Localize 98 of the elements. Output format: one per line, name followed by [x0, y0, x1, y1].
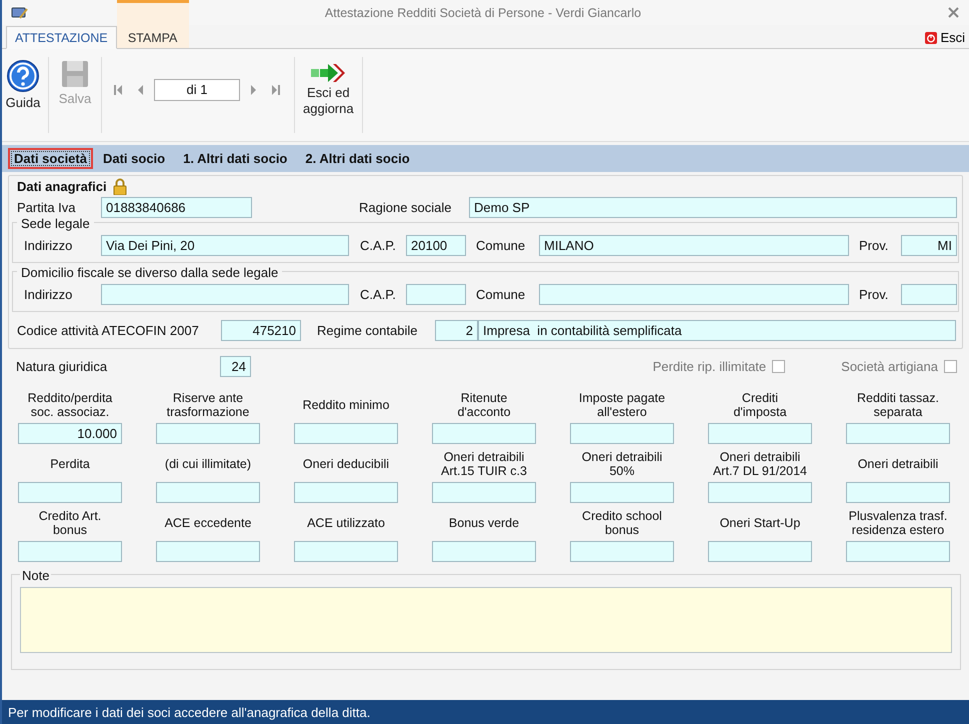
field-label: Prov.	[859, 287, 890, 302]
input-field[interactable]	[570, 541, 674, 562]
input-field[interactable]	[432, 541, 536, 562]
field-label: Plusvalenza trasf. residenza estero	[848, 509, 948, 537]
input-field[interactable]: Demo SP	[469, 197, 957, 218]
input-field[interactable]: 01883840686	[101, 197, 252, 218]
ribbon-tab[interactable]: STAMPA	[116, 0, 189, 48]
field-label: Codice attività ATECOFIN 2007	[17, 323, 200, 338]
section-tab[interactable]: 1. Altri dati socio	[175, 148, 296, 169]
checkbox-label: Perdite rip. illimitate	[652, 359, 766, 374]
field-label: Oneri deducibili	[302, 456, 390, 473]
arrow-icon	[311, 63, 346, 83]
field-label: Ragione sociale	[359, 200, 453, 215]
record-field[interactable]: di 1	[154, 79, 240, 101]
field-label: Reddito minimo	[302, 397, 390, 414]
input-field[interactable]	[156, 423, 260, 444]
section-title: Dati anagrafici	[17, 179, 107, 194]
field-label: C.A.P.	[360, 287, 397, 302]
next-record-icon	[249, 84, 259, 96]
input-field[interactable]: MI	[901, 235, 957, 256]
exit-update-button[interactable]: Esci ed aggiorna	[299, 49, 358, 141]
field-label: Natura giuridica	[16, 359, 108, 374]
status-bar: Per modificare i dati dei soci accedere all'anagrafica della ditta.	[2, 700, 969, 724]
app-icon	[10, 6, 28, 20]
field-label: Oneri Start-Up	[718, 515, 802, 532]
field-label: Oneri detraibili 50%	[580, 450, 664, 478]
group-title: Domicilio fiscale se diverso dalla sede legale	[17, 265, 282, 280]
field-label: Credito school bonus	[581, 509, 663, 537]
input-field[interactable]	[708, 482, 812, 503]
input-field[interactable]	[406, 284, 466, 305]
input-field[interactable]	[708, 541, 812, 562]
input-field[interactable]	[901, 284, 957, 305]
ribbon-tab[interactable]: ATTESTAZIONE	[6, 26, 117, 49]
section-tab[interactable]: 2. Altri dati socio	[297, 148, 418, 169]
input-field[interactable]: 20100	[406, 235, 466, 256]
exit-link[interactable]: Esci	[925, 30, 965, 45]
field-label: Regime contabile	[317, 323, 418, 338]
field-label: ACE utilizzato	[306, 515, 386, 532]
note-field[interactable]	[20, 587, 952, 653]
field-label: Oneri detraibili	[856, 456, 940, 473]
field-label: Bonus verde	[448, 515, 520, 532]
checkbox[interactable]	[772, 360, 786, 373]
input-field[interactable]	[156, 482, 260, 503]
input-field[interactable]	[846, 482, 950, 503]
field-label: Riserve ante trasformazione	[166, 391, 250, 419]
power-icon	[925, 32, 938, 44]
input-field[interactable]	[432, 482, 536, 503]
group-title: Sede legale	[17, 216, 94, 231]
input-field[interactable]	[432, 423, 536, 444]
checkbox[interactable]	[944, 360, 957, 373]
field-label: C.A.P.	[360, 238, 397, 253]
input-field[interactable]	[101, 284, 349, 305]
last-record-icon	[271, 84, 281, 96]
input-field[interactable]	[570, 482, 674, 503]
input-field[interactable]	[156, 541, 260, 562]
field-label: ACE eccedente	[164, 515, 252, 532]
field-label: Oneri detraibili Art.7 DL 91/2014	[712, 450, 808, 478]
input-field[interactable]: Impresa in contabilità semplificata	[478, 320, 956, 341]
section-tab[interactable]: Dati socio	[94, 148, 174, 169]
window-title: Attestazione Redditi Società di Persone - Verdi Giancarlo	[324, 6, 642, 20]
input-field[interactable]	[294, 423, 398, 444]
close-icon	[948, 7, 959, 18]
field-label: Crediti d'imposta	[732, 391, 788, 419]
field-label: Comune	[476, 238, 526, 253]
input-field[interactable]	[846, 541, 950, 562]
input-field[interactable]	[846, 423, 950, 444]
input-field[interactable]	[18, 482, 122, 503]
input-field[interactable]	[294, 541, 398, 562]
field-label: Comune	[476, 287, 526, 302]
input-field[interactable]	[18, 541, 122, 562]
field-label: Reddito/perdita soc. associaz.	[26, 391, 114, 419]
section-tab[interactable]: Dati società	[8, 148, 93, 169]
help-icon	[6, 59, 40, 93]
field-label: Credito Art. bonus	[38, 509, 102, 537]
field-label: Indirizzo	[24, 238, 74, 253]
group-title: Note	[20, 570, 52, 582]
field-label: Perdita	[49, 456, 91, 473]
input-field[interactable]: Via Dei Pini, 20	[101, 235, 349, 256]
first-record-icon	[113, 84, 123, 96]
field-label: Imposte pagate all'estero	[578, 391, 666, 419]
field-label: Ritenute d'acconto	[456, 391, 512, 419]
input-field[interactable]: 475210	[221, 320, 301, 341]
field-label: Indirizzo	[24, 287, 74, 302]
input-field[interactable]: MILANO	[539, 235, 849, 256]
input-field[interactable]	[708, 423, 812, 444]
input-field[interactable]	[539, 284, 849, 305]
field-label: Partita Iva	[17, 200, 77, 215]
input-field[interactable]: 2	[435, 320, 478, 341]
field-label: Prov.	[859, 238, 890, 253]
field-label: (di cui illimitate)	[164, 456, 252, 473]
field-label: Oneri detraibili Art.15 TUIR c.3	[440, 450, 528, 478]
input-field[interactable]: 24	[220, 356, 251, 377]
input-field[interactable]	[570, 423, 674, 444]
checkbox-label: Società artigiana	[841, 359, 938, 374]
input-field[interactable]	[294, 482, 398, 503]
toolbar-button[interactable]: Guida	[2, 49, 44, 141]
field-label: Redditi tassaz. separata	[856, 391, 940, 419]
input-field[interactable]: 10.000	[18, 423, 122, 444]
